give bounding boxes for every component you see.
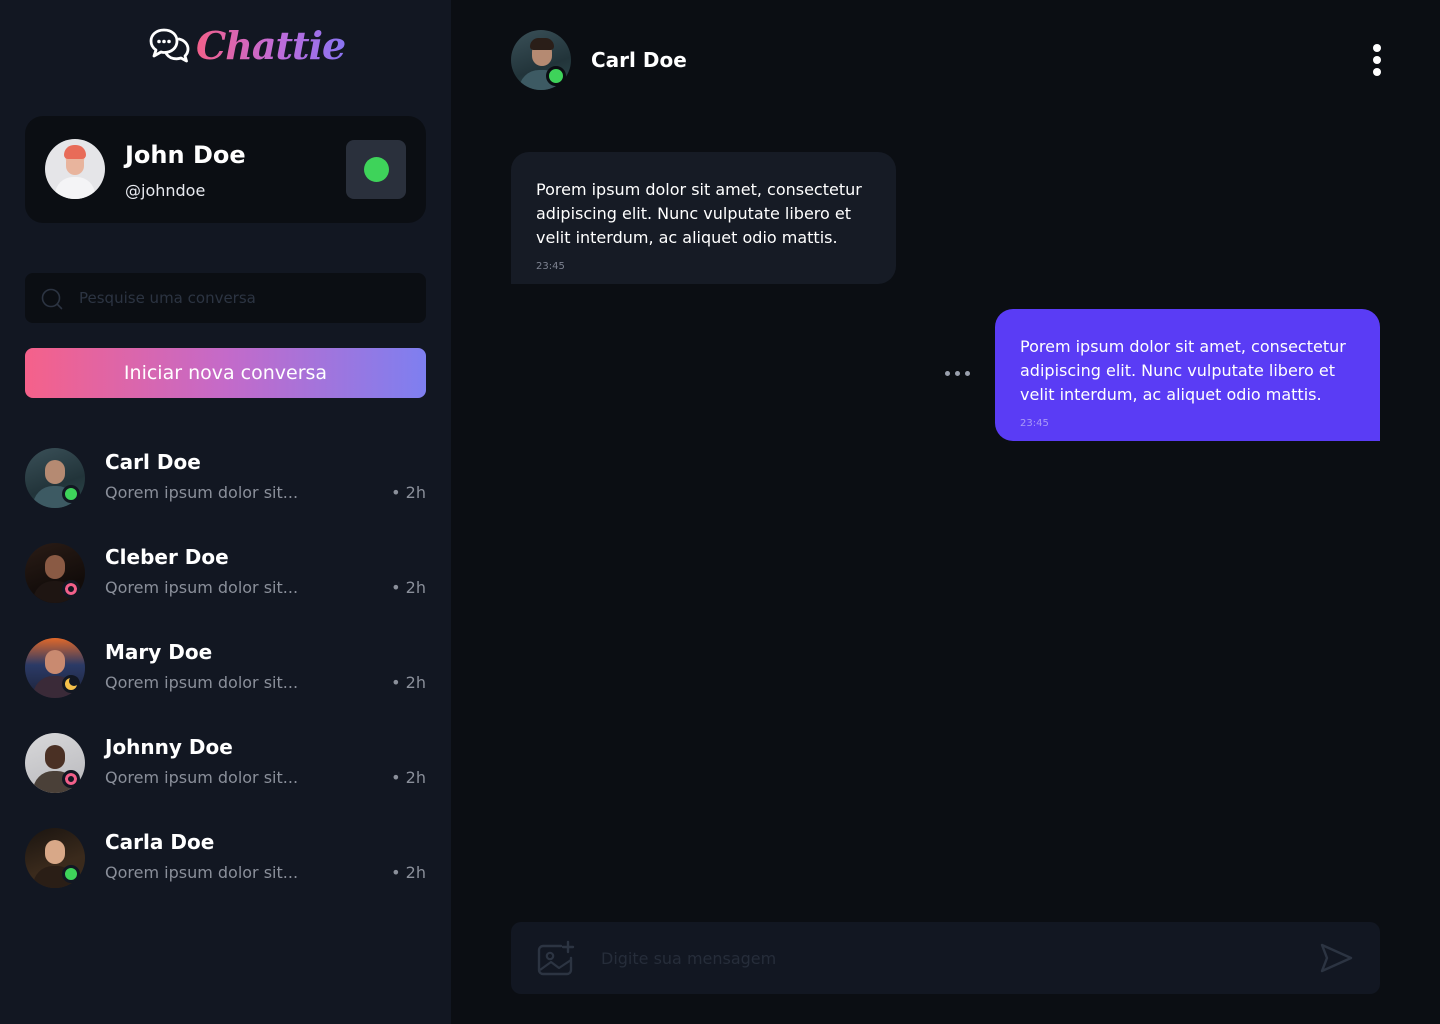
contact-name: Carla Doe <box>105 830 215 854</box>
more-options-button[interactable] <box>1364 40 1390 80</box>
received-message-bubble: Porem ipsum dolor sit amet, consectetur … <box>511 152 896 284</box>
message-preview: Qorem ipsum dolor sit... <box>105 673 299 692</box>
message-timestamp: 23:45 <box>1020 418 1049 429</box>
brand-name: Chattie <box>196 23 346 68</box>
contact-list-item[interactable]: Mary Doe Qorem ipsum dolor sit... • 2h <box>25 638 426 700</box>
contact-name: Carl Doe <box>105 450 201 474</box>
contact-name: Cleber Doe <box>105 545 229 569</box>
message-time: • 2h <box>391 673 426 692</box>
message-time: • 2h <box>391 483 426 502</box>
status-toggle-button[interactable] <box>346 140 406 199</box>
contact-list-item[interactable]: Carl Doe Qorem ipsum dolor sit... • 2h <box>25 448 426 510</box>
contact-list-item[interactable]: Carla Doe Qorem ipsum dolor sit... • 2h <box>25 828 426 890</box>
message-preview: Qorem ipsum dolor sit... <box>105 578 299 597</box>
chat-contact-name: Carl Doe <box>591 48 687 72</box>
profile-name: John Doe <box>125 141 246 169</box>
message-composer <box>511 922 1380 994</box>
sidebar: Chattie John Doe @johndoe Iniciar nova c… <box>0 0 451 1024</box>
message-input[interactable] <box>601 922 1291 994</box>
new-chat-button[interactable]: Iniciar nova conversa <box>25 348 426 398</box>
contact-list-item[interactable]: Cleber Doe Qorem ipsum dolor sit... • 2h <box>25 543 426 605</box>
chat-app: Chattie John Doe @johndoe Iniciar nova c… <box>0 0 1440 1024</box>
message-options-icon[interactable] <box>944 371 972 379</box>
online-status-icon <box>546 66 566 86</box>
message-text: Porem ipsum dolor sit amet, consectetur … <box>536 180 862 247</box>
message-preview: Qorem ipsum dolor sit... <box>105 483 299 502</box>
search-box <box>25 273 426 323</box>
offline-status-icon <box>62 770 80 788</box>
message-timestamp: 23:45 <box>536 261 565 272</box>
message-preview: Qorem ipsum dolor sit... <box>105 768 299 787</box>
moon-away-icon <box>62 675 80 693</box>
avatar[interactable] <box>45 139 105 199</box>
message-preview: Qorem ipsum dolor sit... <box>105 863 299 882</box>
contact-list-item[interactable]: Johnny Doe Qorem ipsum dolor sit... • 2h <box>25 733 426 795</box>
message-text: Porem ipsum dolor sit amet, consectetur … <box>1020 337 1346 404</box>
contact-name: Mary Doe <box>105 640 213 664</box>
offline-status-icon <box>62 580 80 598</box>
message-time: • 2h <box>391 578 426 597</box>
send-icon[interactable] <box>1317 940 1355 976</box>
search-input[interactable] <box>79 273 409 323</box>
sent-message-bubble: Porem ipsum dolor sit amet, consectetur … <box>995 309 1380 441</box>
profile-handle: @johndoe <box>125 181 206 200</box>
search-icon <box>41 288 63 310</box>
message-time: • 2h <box>391 863 426 882</box>
kebab-menu-icon <box>1373 44 1381 52</box>
online-status-icon <box>62 485 80 503</box>
online-status-icon <box>364 157 389 182</box>
contact-name: Johnny Doe <box>105 735 233 759</box>
online-status-icon <box>62 865 80 883</box>
brand-logo: Chattie <box>148 22 346 70</box>
message-time: • 2h <box>391 768 426 787</box>
chat-bubbles-icon <box>149 28 190 63</box>
add-image-icon[interactable] <box>537 940 575 976</box>
